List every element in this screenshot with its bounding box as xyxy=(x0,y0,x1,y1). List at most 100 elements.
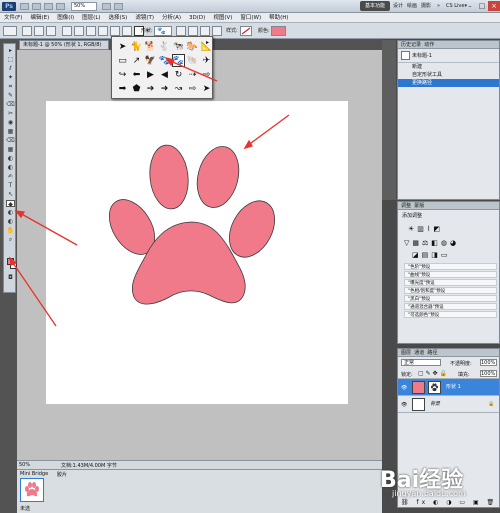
ellipse-tool-icon[interactable] xyxy=(98,26,108,36)
tab-paths[interactable]: 路径 xyxy=(427,350,437,356)
menu-window[interactable]: 窗口(W) xyxy=(240,13,261,22)
minimize-button[interactable]: – xyxy=(464,1,476,11)
preset-exposure[interactable]: "曝光度"预设 xyxy=(404,279,497,286)
gradient-map-icon[interactable]: ▭ xyxy=(441,251,448,259)
zoom-level-field[interactable]: 50% xyxy=(71,2,97,11)
polygon-tool-icon[interactable] xyxy=(110,26,120,36)
tab-channels[interactable]: 通道 xyxy=(414,350,424,356)
color-balance-icon[interactable]: ⚖ xyxy=(422,239,428,247)
eraser-tool-icon[interactable]: ⌫ xyxy=(6,137,15,144)
tab-history[interactable]: 历史记录 xyxy=(401,42,421,48)
shape-picker-button[interactable]: 🐾 xyxy=(154,26,172,36)
shape-color-swatch[interactable] xyxy=(271,26,286,36)
eye-icon[interactable]: 👁 xyxy=(401,385,407,391)
mini-bridge-tab[interactable]: Mini Bridge xyxy=(20,471,48,477)
tab-masks[interactable]: 蒙版 xyxy=(414,203,424,209)
curves-icon[interactable]: ⌇ xyxy=(427,225,430,233)
shape-option[interactable]: 🦅 xyxy=(144,54,157,67)
paw-print-shape[interactable] xyxy=(46,101,348,404)
workspace-painting[interactable]: 绘画 xyxy=(407,2,417,11)
layer-vector-mask-thumbnail[interactable] xyxy=(428,381,441,394)
posterize-icon[interactable]: ▤ xyxy=(422,251,429,259)
tab-actions[interactable]: 动作 xyxy=(424,42,434,48)
dodge-tool-icon[interactable]: ◐ xyxy=(6,164,15,171)
shape-option[interactable]: ⇨ xyxy=(186,82,199,95)
shape-option[interactable]: ↗ xyxy=(130,54,143,67)
preset-levels[interactable]: "色阶"预设 xyxy=(404,263,497,270)
subtract-shape-area-icon[interactable] xyxy=(188,26,198,36)
channel-mixer-icon[interactable]: ◕ xyxy=(450,239,456,247)
menu-filter[interactable]: 滤镜(T) xyxy=(135,13,154,22)
menu-layer[interactable]: 图层(L) xyxy=(82,13,100,22)
pen-tool-icon[interactable] xyxy=(62,26,72,36)
add-to-shape-area-icon[interactable] xyxy=(176,26,186,36)
history-snapshot[interactable]: 未标题-1 xyxy=(398,49,499,63)
workspace-essentials-button[interactable]: 基本功能 xyxy=(360,1,390,11)
intersect-shape-areas-icon[interactable] xyxy=(200,26,210,36)
layer-thumbnail[interactable] xyxy=(412,398,425,411)
exposure-icon[interactable]: ◩ xyxy=(433,225,440,233)
menu-edit[interactable]: 编辑(E) xyxy=(30,13,49,22)
photo-filter-icon[interactable]: ◍ xyxy=(441,239,447,247)
line-tool-icon[interactable] xyxy=(122,26,132,36)
gradient-tool-icon[interactable]: ▦ xyxy=(6,146,15,153)
fill-field[interactable]: 100% xyxy=(480,370,497,377)
hue-icon[interactable]: ▦ xyxy=(412,239,419,247)
history-brush-tool-icon[interactable]: ▦ xyxy=(6,128,15,135)
style-picker[interactable] xyxy=(240,26,252,36)
3d-rotate-tool-icon[interactable]: ◐ xyxy=(6,209,15,216)
shape-option[interactable]: ➤ xyxy=(200,82,213,95)
paths-mode-button[interactable] xyxy=(34,26,44,36)
hand-tool-icon[interactable] xyxy=(44,3,53,10)
document-tab[interactable]: 未标题-1 @ 50% (形状 1, RGB/8) xyxy=(19,40,109,50)
healing-brush-tool-icon[interactable]: ⌫ xyxy=(6,101,15,108)
screen-mode-icon[interactable] xyxy=(114,3,123,10)
shape-option[interactable]: 🐕 xyxy=(144,40,157,53)
shape-option[interactable]: ▭ xyxy=(116,54,129,67)
menu-file[interactable]: 文件(F) xyxy=(4,13,22,22)
shape-layers-mode-button[interactable] xyxy=(22,26,32,36)
history-item-new[interactable]: 新建 xyxy=(398,63,499,71)
zoom-tool-icon[interactable]: ⌕ xyxy=(6,236,15,243)
shape-option[interactable]: 🐚 xyxy=(186,54,199,67)
menu-view[interactable]: 视图(V) xyxy=(213,13,232,22)
shape-option[interactable]: 🐾 xyxy=(158,54,171,67)
shape-option[interactable]: 🐎 xyxy=(186,40,199,53)
rectangle-tool-icon[interactable] xyxy=(74,26,84,36)
hand-tool-icon[interactable]: ✋ xyxy=(6,227,15,234)
shape-option[interactable]: ⬅ xyxy=(130,68,143,81)
shape-option[interactable]: ⇨ xyxy=(200,68,213,81)
foreground-color-swatch[interactable] xyxy=(7,258,14,265)
layer-row-background[interactable]: 👁 背景 🔒 xyxy=(398,396,499,413)
document-thumbnail[interactable] xyxy=(20,478,44,502)
shape-option[interactable]: 🐈 xyxy=(130,40,143,53)
preset-curves[interactable]: "曲线"预设 xyxy=(404,271,497,278)
menu-select[interactable]: 选择(S) xyxy=(109,13,128,22)
opacity-field[interactable]: 100% xyxy=(480,359,497,366)
lock-icon[interactable]: ▢ ✎ ✥ 🔒 xyxy=(418,370,447,377)
workspace-design[interactable]: 设计 xyxy=(393,2,403,11)
shape-option[interactable]: ↻ xyxy=(172,68,185,81)
shape-option[interactable]: ⇢ xyxy=(186,68,199,81)
tab-adjustments[interactable]: 调整 xyxy=(401,203,411,209)
fill-pixels-mode-button[interactable] xyxy=(46,26,56,36)
shape-picker-menu-icon[interactable]: ▸ xyxy=(206,39,209,46)
crop-tool-icon[interactable]: ⌗ xyxy=(6,83,15,90)
threshold-icon[interactable]: ◨ xyxy=(431,251,438,259)
shape-option[interactable]: ➔ xyxy=(144,82,157,95)
workspace-photography[interactable]: 摄影 xyxy=(421,2,431,11)
shape-option[interactable]: ➤ xyxy=(116,40,129,53)
path-selection-tool-icon[interactable]: ↖ xyxy=(6,191,15,198)
preset-hue-saturation[interactable]: "色相/饱和度"预设 xyxy=(404,287,497,294)
shape-option[interactable]: ➜ xyxy=(158,82,171,95)
rounded-rectangle-tool-icon[interactable] xyxy=(86,26,96,36)
eye-icon[interactable]: 👁 xyxy=(401,402,407,408)
marquee-tool-icon[interactable]: ⬚ xyxy=(6,56,15,63)
shape-option[interactable]: 🐄 xyxy=(172,40,185,53)
maximize-button[interactable]: □ xyxy=(476,1,488,11)
custom-shape-tool-icon[interactable]: ◆ xyxy=(6,200,15,208)
shape-option[interactable]: ✈ xyxy=(200,54,213,67)
layers-footer-icons[interactable]: ⛓ fx ◐ ◑ ▭ ▣ 🗑 xyxy=(401,499,497,506)
zoom-tool-icon[interactable] xyxy=(56,3,65,10)
history-item-custom-shape[interactable]: 自定形状工具 xyxy=(398,71,499,79)
